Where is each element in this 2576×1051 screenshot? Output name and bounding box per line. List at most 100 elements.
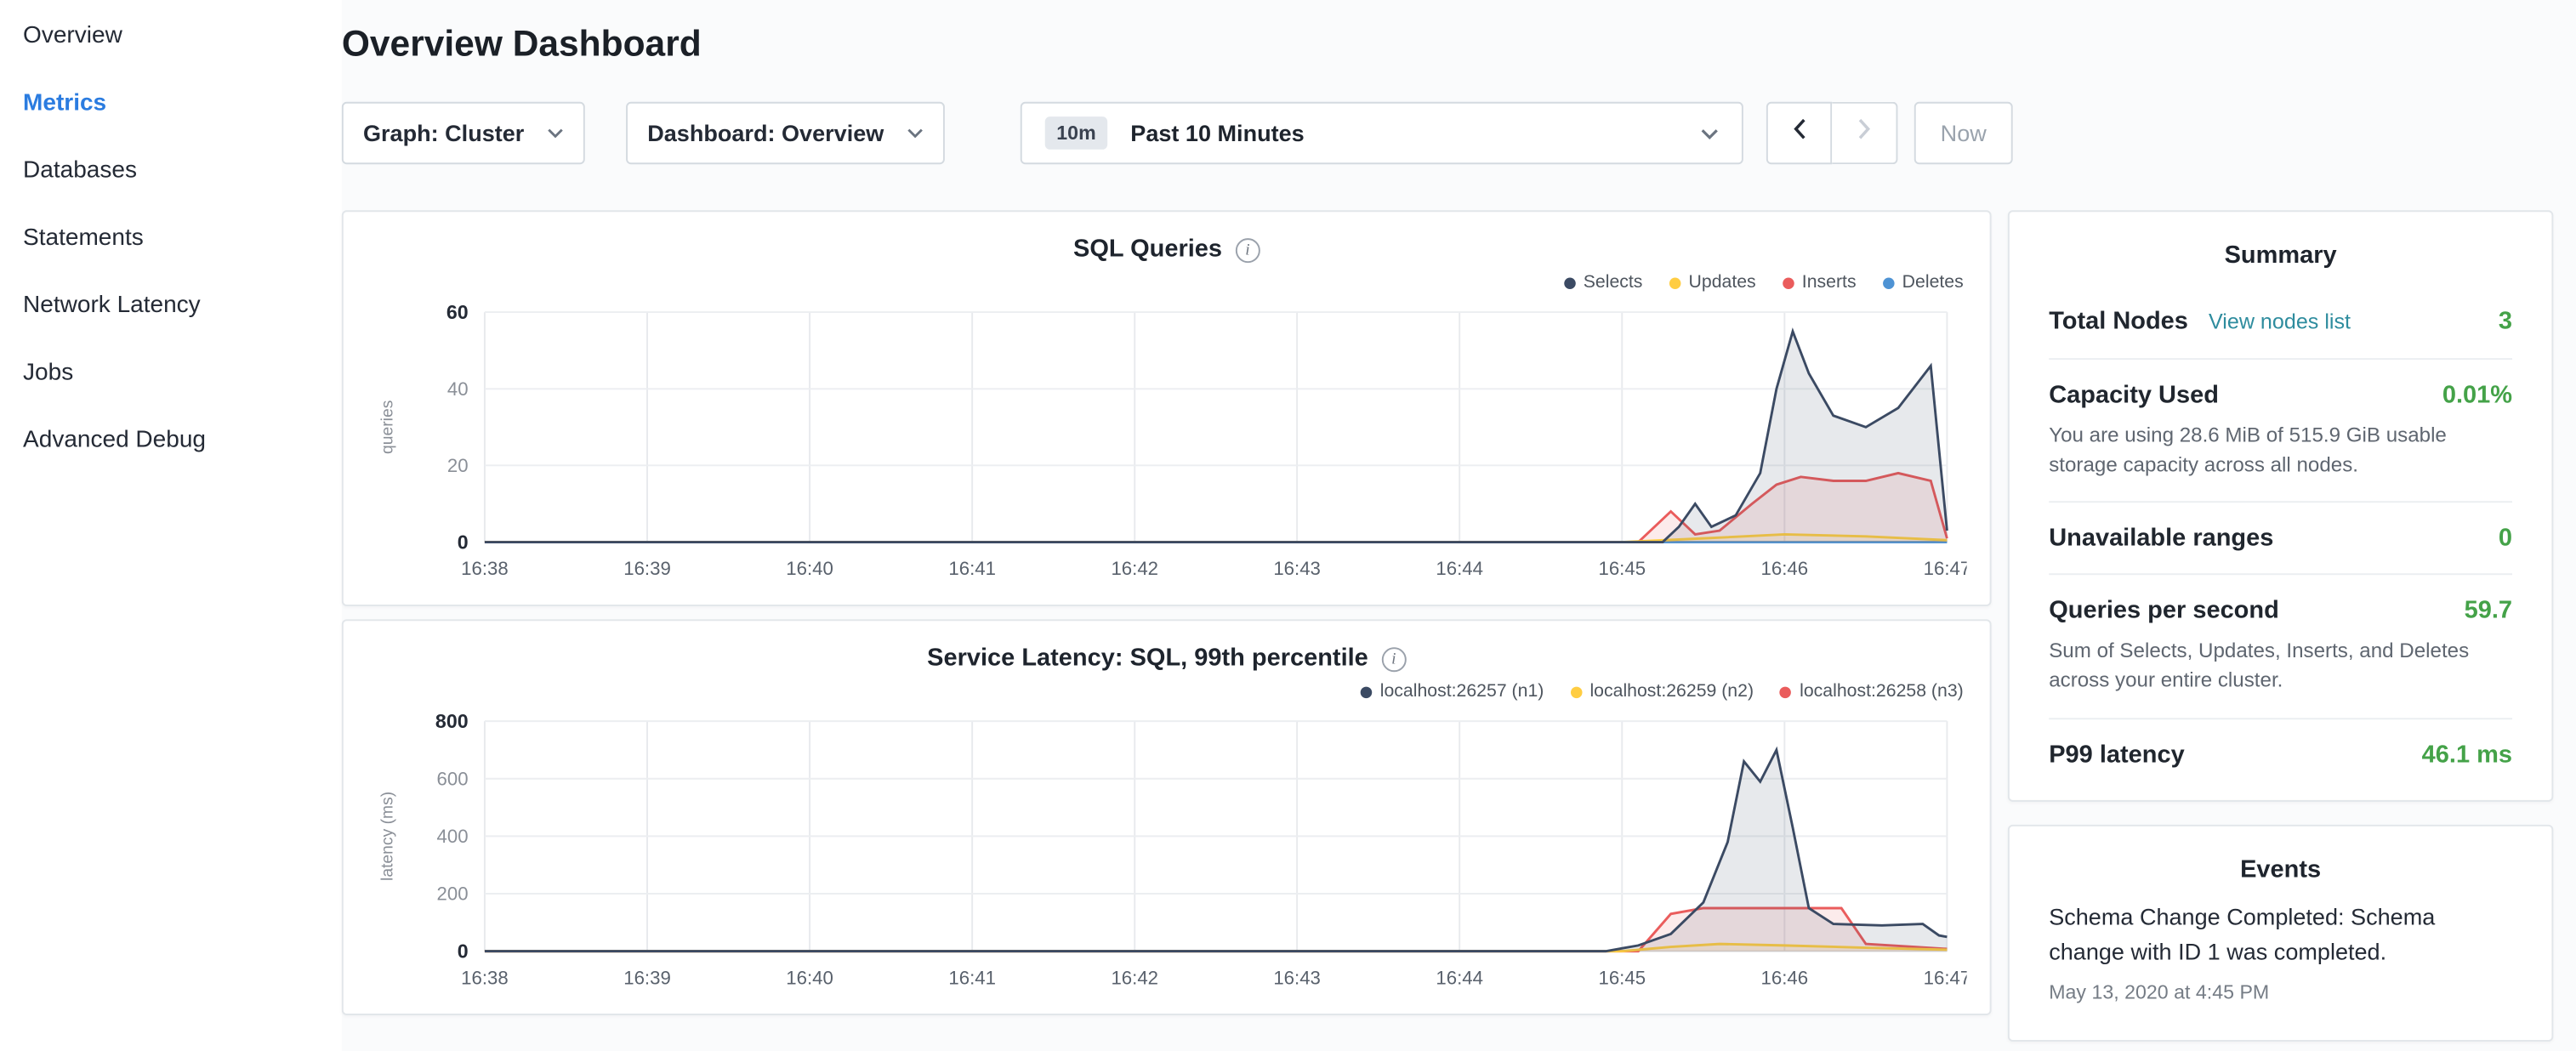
legend-label: Updates [1689, 273, 1756, 293]
legend-item-localhost-26258-n3[interactable]: localhost:26258 (n3) [1780, 682, 1964, 702]
info-icon[interactable]: i [1381, 647, 1406, 672]
legend-dot [1669, 277, 1680, 289]
svg-text:16:47: 16:47 [1924, 558, 1967, 579]
prev-time-button[interactable] [1766, 102, 1832, 164]
sidebar: Overview Metrics Databases Statements Ne… [0, 0, 342, 1051]
legend-item-inserts[interactable]: Inserts [1783, 273, 1857, 293]
unavailable-ranges-value: 0 [2499, 525, 2512, 553]
event-message: Schema Change Completed: Schema change w… [2049, 900, 2512, 971]
legend-dot [1780, 686, 1792, 698]
dashboard-dropdown-label: Dashboard: Overview [647, 120, 884, 146]
svg-text:400: 400 [437, 826, 469, 847]
chart-title: Service Latency: SQL, 99th percentile [927, 644, 1368, 672]
svg-text:16:39: 16:39 [623, 967, 671, 988]
p99-latency-label: P99 latency [2049, 740, 2185, 768]
legend-dot [1882, 277, 1894, 289]
svg-text:16:44: 16:44 [1436, 967, 1483, 988]
legend-label: Selects [1584, 273, 1643, 293]
legend-item-selects[interactable]: Selects [1564, 273, 1643, 293]
controls-row: Graph: Cluster Dashboard: Overview 10m P… [342, 102, 2553, 164]
svg-text:16:40: 16:40 [786, 967, 833, 988]
sidebar-item-advanced-debug[interactable]: Advanced Debug [0, 407, 342, 474]
page-title: Overview Dashboard [342, 23, 2553, 65]
sidebar-item-network-latency[interactable]: Network Latency [0, 273, 342, 340]
legend-item-deletes[interactable]: Deletes [1882, 273, 1963, 293]
svg-text:16:41: 16:41 [948, 967, 996, 988]
summary-section-capacity: Capacity Used 0.01% You are using 28.6 M… [2049, 358, 2512, 502]
summary-title: Summary [2049, 241, 2512, 270]
right-column: Summary Total Nodes View nodes list 3 [2008, 210, 2553, 1041]
capacity-description: You are using 28.6 MiB of 515.9 GiB usab… [2049, 421, 2512, 480]
total-nodes-value: 3 [2499, 307, 2512, 335]
main-content: Overview Dashboard Graph: Cluster Dashbo… [342, 0, 2576, 1041]
qps-label: Queries per second [2049, 597, 2279, 625]
time-step-buttons [1766, 102, 1898, 164]
svg-text:queries: queries [379, 401, 397, 454]
sidebar-item-databases[interactable]: Databases [0, 138, 342, 205]
svg-text:16:43: 16:43 [1273, 558, 1321, 579]
legend-label: localhost:26258 (n3) [1800, 682, 1964, 702]
event-item[interactable]: Schema Change Completed: Schema change w… [2049, 900, 2512, 1003]
svg-text:16:42: 16:42 [1111, 967, 1158, 988]
svg-text:16:47: 16:47 [1924, 967, 1967, 988]
qps-description: Sum of Selects, Updates, Inserts, and De… [2049, 636, 2512, 696]
legend-label: Deletes [1902, 273, 1964, 293]
info-icon[interactable]: i [1235, 238, 1260, 263]
next-time-button[interactable] [1832, 102, 1897, 164]
events-panel: Events Schema Change Completed: Schema c… [2008, 824, 2553, 1041]
chart-canvas-service-latency[interactable]: 16:38 16:39 16:40 16:41 16:42 16:43 16:44 16:45… [370, 708, 1967, 997]
chart-legend: Selects Updates Inserts Deletes [370, 273, 1964, 293]
dashboard-dropdown[interactable]: Dashboard: Overview [626, 102, 945, 164]
app-root: Overview Metrics Databases Statements Ne… [0, 0, 2576, 1051]
view-nodes-link[interactable]: View nodes list [2209, 309, 2351, 333]
sidebar-item-metrics[interactable]: Metrics [0, 71, 342, 138]
legend-label: localhost:26259 (n2) [1589, 682, 1754, 702]
graph-type-dropdown[interactable]: Graph: Cluster [342, 102, 585, 164]
chevron-left-icon [1793, 118, 1805, 148]
sidebar-item-statements[interactable]: Statements [0, 206, 342, 273]
svg-text:16:46: 16:46 [1761, 967, 1809, 988]
svg-text:16:38: 16:38 [461, 967, 509, 988]
svg-text:16:40: 16:40 [786, 558, 833, 579]
svg-text:0: 0 [458, 940, 469, 962]
chart-title-row: Service Latency: SQL, 99th percentile i [370, 644, 1964, 672]
summary-section-p99-latency: P99 latency 46.1 ms [2049, 717, 2512, 789]
legend-label: localhost:26257 (n1) [1380, 682, 1544, 702]
sidebar-item-overview[interactable]: Overview [0, 3, 342, 71]
summary-section-total-nodes: Total Nodes View nodes list 3 [2049, 286, 2512, 358]
chart-title-row: SQL Queries i [370, 235, 1964, 263]
chevron-down-icon [547, 128, 563, 139]
summary-section-unavailable-ranges: Unavailable ranges 0 [2049, 502, 2512, 574]
chart-panel-service-latency: Service Latency: SQL, 99th percentile i l… [342, 619, 1992, 1015]
time-range-label: Past 10 Minutes [1130, 120, 1304, 146]
svg-text:60: 60 [446, 301, 469, 323]
svg-text:16:45: 16:45 [1598, 967, 1646, 988]
legend-dot [1783, 277, 1794, 289]
sidebar-item-jobs[interactable]: Jobs [0, 340, 342, 407]
svg-text:16:46: 16:46 [1761, 558, 1809, 579]
legend-item-localhost-26257-n1[interactable]: localhost:26257 (n1) [1361, 682, 1544, 702]
now-button[interactable]: Now [1914, 102, 2013, 164]
svg-text:16:45: 16:45 [1598, 558, 1646, 579]
svg-text:16:43: 16:43 [1273, 967, 1321, 988]
chart-title: SQL Queries [1073, 235, 1222, 263]
legend-dot [1361, 686, 1373, 698]
chart-legend: localhost:26257 (n1) localhost:26259 (n2)… [370, 682, 1964, 702]
p99-latency-value: 46.1 ms [2422, 740, 2512, 768]
capacity-used-value: 0.01% [2442, 381, 2512, 409]
charts-column: SQL Queries i Selects Updates Inserts Delete… [342, 210, 1992, 1041]
legend-item-updates[interactable]: Updates [1669, 273, 1755, 293]
total-nodes-label: Total Nodes [2049, 307, 2188, 335]
chevron-down-icon [907, 128, 923, 139]
chart-canvas-sql-queries[interactable]: 16:3816:3916:4016:4116:4216:4316:4416:45… [370, 299, 1967, 588]
qps-value: 59.7 [2465, 597, 2512, 625]
legend-item-localhost-26259-n2[interactable]: localhost:26259 (n2) [1570, 682, 1754, 702]
unavailable-ranges-label: Unavailable ranges [2049, 525, 2273, 553]
svg-text:16:44: 16:44 [1436, 558, 1483, 579]
time-range-badge: 10m [1045, 116, 1107, 150]
chevron-right-icon [1857, 118, 1870, 148]
summary-section-qps: Queries per second 59.7 Sum of Selects, … [2049, 574, 2512, 718]
events-title: Events [2049, 855, 2512, 883]
time-range-selector[interactable]: 10m Past 10 Minutes [1021, 102, 1743, 164]
svg-text:200: 200 [437, 883, 469, 905]
